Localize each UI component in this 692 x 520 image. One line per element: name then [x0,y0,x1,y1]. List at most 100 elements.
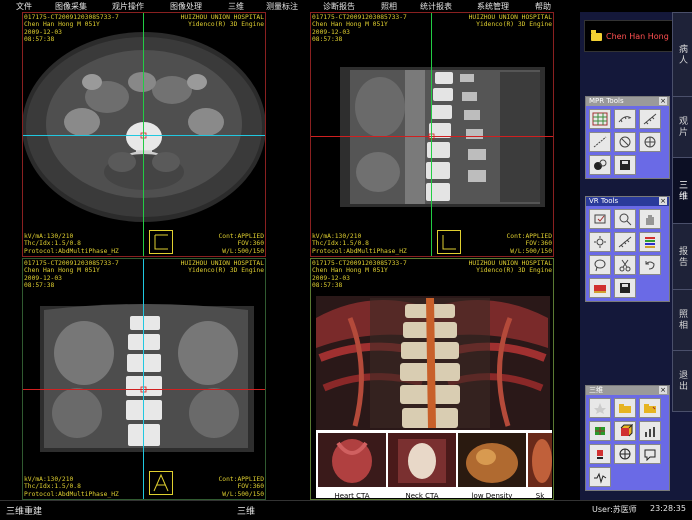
viewport-axial[interactable]: 017175-CT20091203085733-7 Chen Han Hong … [22,12,266,257]
stats-button[interactable] [639,421,661,441]
orientation-coronal-icon [149,471,173,495]
coronal-ct-image [40,304,254,452]
overlay-patient-info: 017175-CT20091203085733-7 Chen Han Hong … [312,14,407,43]
overlay-window-level: Cont:APPLIED FOV:360 W/L:500/150 [218,476,265,498]
vr-preset-strip: Heart CTA Neck CTA low Density Sk [316,430,552,500]
open-folder-2-button[interactable] [639,398,661,418]
save-button[interactable] [614,278,636,298]
mpr-tools-title: MPR Tools × [586,97,669,106]
menu-statistics[interactable]: 统计报表 [420,1,452,12]
patient-box[interactable]: Chen Han Hong [584,20,674,52]
overlay-scan-params: kV/mA:130/210 Thc/Idx:1.5/0.8 Protocol:A… [24,476,119,498]
status-bar: 三维重建 三维 User:苏医师 23:28:35 [0,500,692,520]
right-tool-panel: Chen Han Hong MPR Tools × VR Tools × 三维 … [580,12,692,500]
preset-skin[interactable]: Sk [528,433,552,500]
preset-label: low Density [471,492,513,500]
close-icon[interactable]: × [659,97,667,105]
zoom-button[interactable] [614,209,636,229]
preset-heart-cta[interactable]: Heart CTA [318,433,386,500]
menu-viewing[interactable]: 观片操作 [112,1,144,12]
tab-exit[interactable]: 退出 [672,350,692,412]
3d-panel-title-text: 三维 [589,386,603,394]
sun-icon [594,236,606,248]
overlay-scan-params: kV/mA:130/210 Thc/Idx:1.5/0.8 Protocol:A… [24,233,119,255]
contrast-button[interactable] [589,155,611,175]
crop-icon [594,214,606,224]
rotate-button[interactable] [614,132,636,152]
tab-report[interactable]: 报告 [672,223,692,290]
preset-low-density[interactable]: low Density [458,433,526,500]
menu-measure[interactable]: 测量标注 [266,1,298,12]
waveform-button[interactable] [589,467,611,487]
menu-image-process[interactable]: 图像处理 [170,1,202,12]
crosshair-vertical [143,258,144,500]
globe-icon [619,448,631,460]
orientation-sagittal-icon [437,230,461,254]
tab-photo[interactable]: 照相 [672,289,692,351]
rotate-icon [619,136,631,148]
overlay-window-level: Cont:APPLIED FOV:360 W/L:500/150 [506,233,553,255]
overlay-hospital: HUIZHOU UNION HOSPITAL Yidenco(R) 3D Eng… [468,14,552,29]
menu-diagnosis-report[interactable]: 诊断报告 [323,1,355,12]
record-button[interactable] [589,444,611,464]
tab-3d[interactable]: 三维 [672,157,692,224]
viewport-sagittal[interactable]: 017175-CT20091203085733-7 Chen Han Hong … [310,12,554,257]
lasso-button[interactable] [589,255,611,275]
menu-photo[interactable]: 照相 [381,1,397,12]
scissors-icon [619,259,631,272]
lasso-icon [594,259,606,272]
new-3d-button[interactable] [589,398,611,418]
menu-file[interactable]: 文件 [16,1,32,12]
waveform-icon [594,472,607,484]
color-map-button[interactable] [639,232,661,252]
status-user: User:苏医师 [592,505,637,514]
folder-icon [619,404,631,413]
pan-button[interactable] [639,209,661,229]
folder-icon [591,30,602,41]
curve-measure-button[interactable] [614,109,636,129]
ruler-icon [643,113,657,125]
line-measure-button[interactable] [589,132,611,152]
brightness-button[interactable] [589,232,611,252]
open-folder-button[interactable] [614,398,636,418]
globe-button[interactable] [614,444,636,464]
menu-system[interactable]: 系统管理 [477,1,509,12]
menu-image-acquire[interactable]: 图像采集 [55,1,87,12]
ruler-button[interactable] [639,109,661,129]
magnifier-icon [619,213,632,226]
crosshair-horizontal [22,135,266,136]
crosshair-vertical [143,12,144,257]
preset-neck-cta[interactable]: Neck CTA [388,433,456,500]
vr-preset-button[interactable] [589,278,611,298]
mpr-tools-title-text: MPR Tools [589,97,624,105]
status-module: 三维 [237,507,256,517]
close-icon[interactable]: × [659,386,667,394]
crosshair-vertical [431,12,432,257]
volume-view-button[interactable] [614,421,636,441]
preset-label: Neck CTA [405,492,439,500]
overlay-window-level: Cont:APPLIED FOV:360 W/L:500/150 [218,233,265,255]
overlay-scan-params: kV/mA:130/210 Thc/Idx:1.5/0.8 Protocol:A… [312,233,407,255]
mpr-view-button[interactable] [589,421,611,441]
cut-button[interactable] [614,255,636,275]
menu-3d[interactable]: 三维 [228,1,244,12]
label-button[interactable] [639,444,661,464]
cube-icon [620,424,633,437]
grid-layout-button[interactable] [589,109,611,129]
curve-ruler-icon [618,116,632,123]
contrast-icon [594,159,607,170]
close-icon[interactable]: × [659,197,667,205]
tab-viewing[interactable]: 观片 [672,96,692,158]
undo-button[interactable] [639,255,661,275]
angle-button[interactable] [639,132,661,152]
tab-patient[interactable]: 病人 [672,12,692,97]
record-icon [597,450,603,459]
save-button[interactable] [614,155,636,175]
vr-measure-button[interactable] [614,232,636,252]
star-icon [594,403,606,414]
overlay-hospital: HUIZHOU UNION HOSPITAL Yidenco(R) 3D Eng… [180,260,264,275]
viewport-coronal[interactable]: 017175-CT20091203085733-7 Chen Han Hong … [22,258,266,500]
3d-panel-window: 三维 × [585,385,670,491]
vr-crop-button[interactable] [589,209,611,229]
menu-help[interactable]: 帮助 [535,1,551,12]
